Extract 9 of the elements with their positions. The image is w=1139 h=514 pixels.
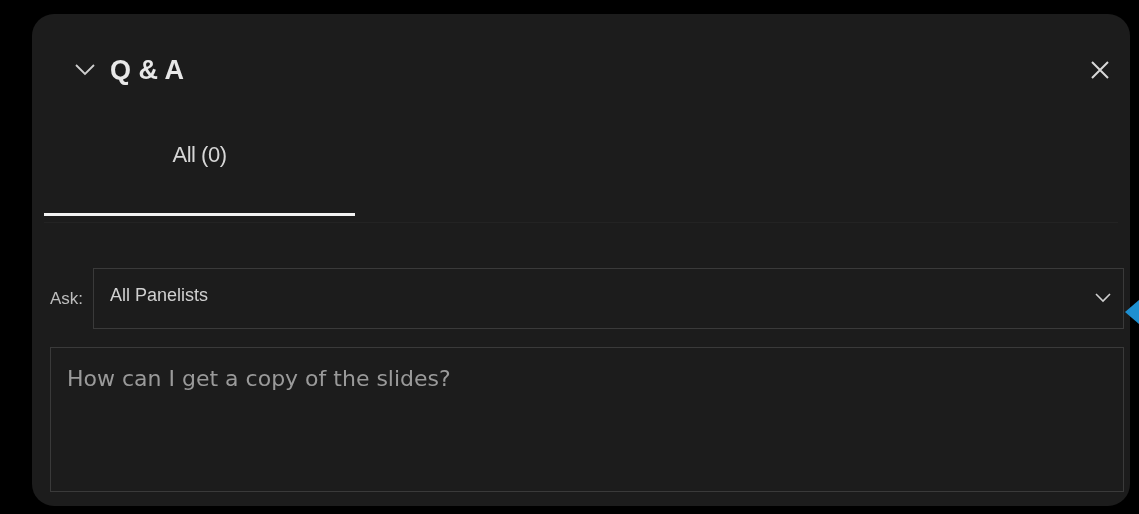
- pointer-arrow-icon: [1125, 300, 1139, 324]
- close-icon[interactable]: [1090, 60, 1110, 80]
- chevron-down-icon: [1095, 293, 1111, 303]
- panel-title: Q & A: [110, 54, 184, 86]
- question-field[interactable]: How can I get a copy of the slides?: [50, 347, 1124, 492]
- recipient-dropdown[interactable]: All Panelists: [93, 268, 1124, 329]
- ask-label: Ask:: [50, 288, 84, 309]
- tab[interactable]: All (0): [44, 126, 355, 216]
- collapse-chevron-icon[interactable]: [74, 63, 96, 77]
